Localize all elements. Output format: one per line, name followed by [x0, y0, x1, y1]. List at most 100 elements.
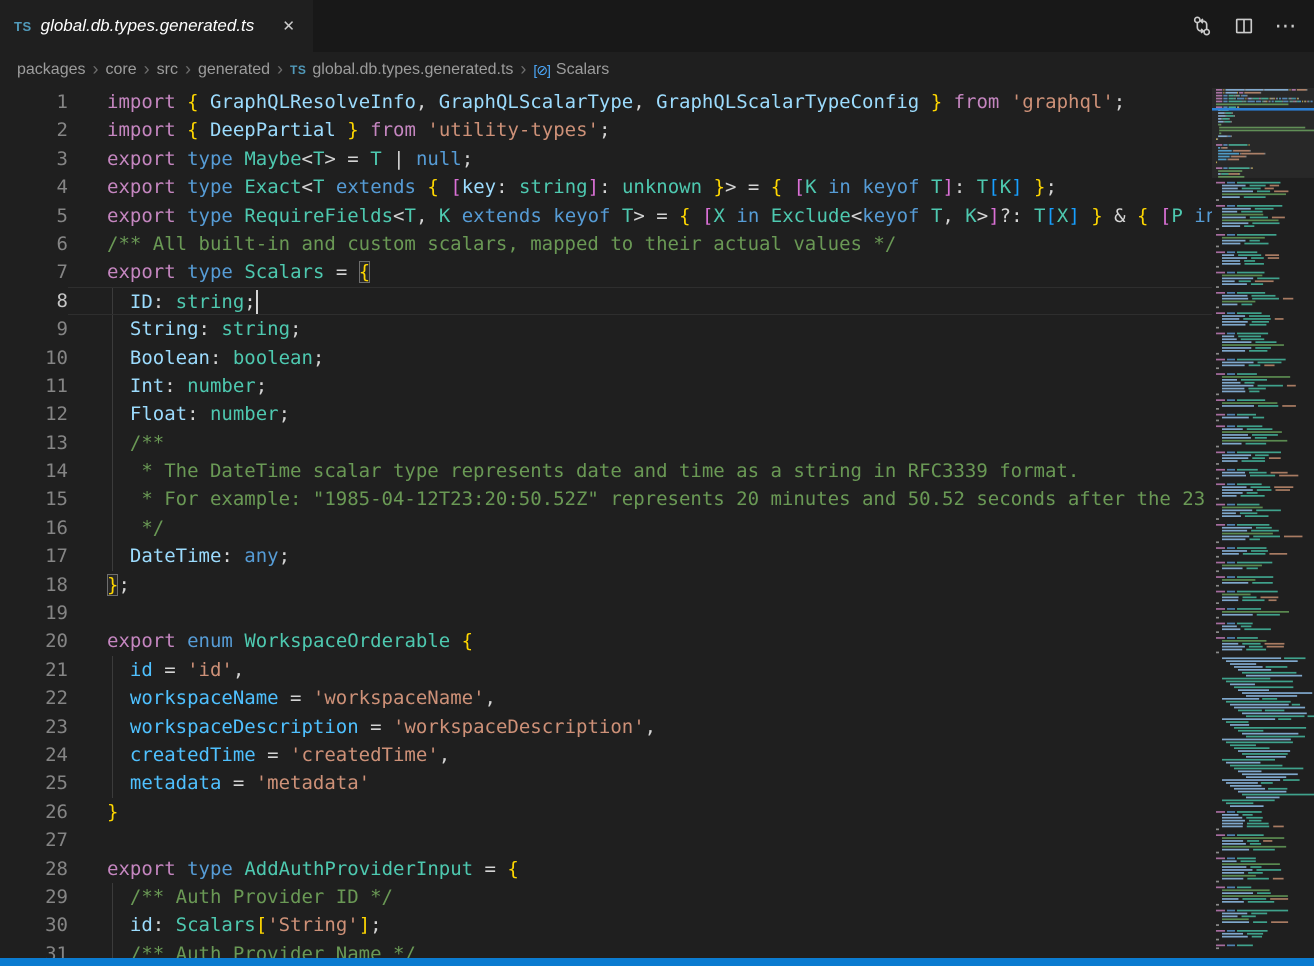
code-line[interactable]: 4export type Exact<T extends { [key: str…	[0, 173, 1212, 201]
token: ,	[645, 716, 656, 738]
split-editor-button[interactable]	[1230, 12, 1258, 40]
token: number	[187, 375, 256, 397]
code-text: Int: number;	[68, 372, 1212, 400]
token: =	[279, 687, 313, 709]
line-number[interactable]: 12	[0, 400, 68, 428]
token: Exclude	[771, 205, 851, 227]
code-line[interactable]: 18};	[0, 571, 1212, 599]
token: in	[1194, 205, 1212, 227]
code-line[interactable]: 20export enum WorkspaceOrderable {	[0, 627, 1212, 655]
line-number[interactable]: 18	[0, 571, 68, 599]
line-number[interactable]: 28	[0, 855, 68, 883]
code-line[interactable]: 13 /**	[0, 429, 1212, 457]
line-number[interactable]: 13	[0, 429, 68, 457]
indent-guide	[112, 288, 113, 314]
code-line[interactable]: 26}	[0, 798, 1212, 826]
line-number[interactable]: 29	[0, 883, 68, 911]
line-number[interactable]: 9	[0, 315, 68, 343]
code-line[interactable]: 25 metadata = 'metadata'	[0, 769, 1212, 797]
line-number[interactable]: 21	[0, 656, 68, 684]
token: }	[714, 176, 725, 198]
code-line[interactable]: 21 id = 'id',	[0, 656, 1212, 684]
code-line[interactable]: 5export type RequireFields<T, K extends …	[0, 202, 1212, 230]
token: WorkspaceOrderable	[244, 630, 450, 652]
line-number[interactable]: 11	[0, 372, 68, 400]
token: 'workspaceDescription'	[393, 716, 645, 738]
token: <	[393, 205, 404, 227]
editor-tab[interactable]: TS global.db.types.generated.ts ✕	[0, 0, 313, 52]
token: [	[1045, 205, 1056, 227]
open-changes-button[interactable]	[1188, 12, 1216, 40]
code-line[interactable]: 22 workspaceName = 'workspaceName',	[0, 684, 1212, 712]
code-line[interactable]: 8 ID: string;	[0, 287, 1212, 315]
line-number[interactable]: 20	[0, 627, 68, 655]
breadcrumb-item-core[interactable]: core	[106, 61, 137, 79]
code-line[interactable]: 3export type Maybe<T> = T | null;	[0, 145, 1212, 173]
breadcrumb-item-generated[interactable]: generated	[198, 61, 270, 79]
token: ;	[462, 148, 473, 170]
code-line[interactable]: 10 Boolean: boolean;	[0, 344, 1212, 372]
token: ;	[256, 375, 267, 397]
line-number[interactable]: 7	[0, 258, 68, 286]
code-lines: 1import { GraphQLResolveInfo, GraphQLSca…	[0, 88, 1212, 958]
token: <	[302, 176, 313, 198]
code-line[interactable]: 2import { DeepPartial } from 'utility-ty…	[0, 116, 1212, 144]
code-line[interactable]: 28export type AddAuthProviderInput = {	[0, 855, 1212, 883]
minimap[interactable]	[1212, 88, 1314, 958]
token: unknown	[622, 176, 702, 198]
breadcrumb-item-src[interactable]: src	[157, 61, 178, 79]
line-number[interactable]: 23	[0, 713, 68, 741]
line-number[interactable]: 16	[0, 514, 68, 542]
code-line[interactable]: 6/** All built-in and custom scalars, ma…	[0, 230, 1212, 258]
line-number[interactable]: 14	[0, 457, 68, 485]
token: [	[702, 205, 713, 227]
code-line[interactable]: 15 * For example: "1985-04-12T23:20:50.5…	[0, 485, 1212, 513]
breadcrumb-item-global-db-types-generated-ts[interactable]: TSglobal.db.types.generated.ts	[290, 61, 513, 79]
line-number[interactable]: 17	[0, 542, 68, 570]
line-number[interactable]: 26	[0, 798, 68, 826]
line-number[interactable]: 27	[0, 826, 68, 854]
line-number[interactable]: 6	[0, 230, 68, 258]
line-number[interactable]: 2	[0, 116, 68, 144]
code-text	[68, 826, 1212, 854]
indent-guide	[112, 372, 113, 400]
code-line[interactable]: 23 workspaceDescription = 'workspaceDesc…	[0, 713, 1212, 741]
close-icon[interactable]: ✕	[278, 15, 299, 37]
code-line[interactable]: 7export type Scalars = {	[0, 258, 1212, 286]
code-line[interactable]: 19	[0, 599, 1212, 627]
code-line[interactable]: 27	[0, 826, 1212, 854]
breadcrumb-item-packages[interactable]: packages	[17, 61, 86, 79]
token	[450, 205, 461, 227]
token	[919, 205, 930, 227]
line-number[interactable]: 10	[0, 344, 68, 372]
code-line[interactable]: 17 DateTime: any;	[0, 542, 1212, 570]
code-line[interactable]: 9 String: string;	[0, 315, 1212, 343]
code-line[interactable]: 16 */	[0, 514, 1212, 542]
code-line[interactable]: 1import { GraphQLResolveInfo, GraphQLSca…	[0, 88, 1212, 116]
code-line[interactable]: 30 id: Scalars['String'];	[0, 911, 1212, 939]
line-number[interactable]: 25	[0, 769, 68, 797]
code-line[interactable]: 12 Float: number;	[0, 400, 1212, 428]
token: &	[1103, 205, 1137, 227]
line-number[interactable]: 15	[0, 485, 68, 513]
line-number[interactable]: 30	[0, 911, 68, 939]
line-number[interactable]: 24	[0, 741, 68, 769]
line-number[interactable]: 22	[0, 684, 68, 712]
code-line[interactable]: 29 /** Auth Provider ID */	[0, 883, 1212, 911]
code-line[interactable]: 11 Int: number;	[0, 372, 1212, 400]
token: [	[450, 176, 461, 198]
more-actions-button[interactable]: ⋯	[1272, 12, 1300, 40]
line-number[interactable]: 3	[0, 145, 68, 173]
breadcrumb-item-scalars[interactable]: [⊘]Scalars	[533, 61, 609, 79]
line-number[interactable]: 5	[0, 202, 68, 230]
code-line[interactable]: 14 * The DateTime scalar type represents…	[0, 457, 1212, 485]
code-line[interactable]: 31 /** Auth Provider Name */	[0, 940, 1212, 958]
line-number[interactable]: 31	[0, 940, 68, 958]
minimap-slider[interactable]	[1212, 88, 1314, 178]
line-number[interactable]: 1	[0, 88, 68, 116]
code-line[interactable]: 24 createdTime = 'createdTime',	[0, 741, 1212, 769]
indent-guide	[112, 769, 113, 797]
line-number[interactable]: 4	[0, 173, 68, 201]
line-number[interactable]: 8	[0, 287, 68, 315]
line-number[interactable]: 19	[0, 599, 68, 627]
